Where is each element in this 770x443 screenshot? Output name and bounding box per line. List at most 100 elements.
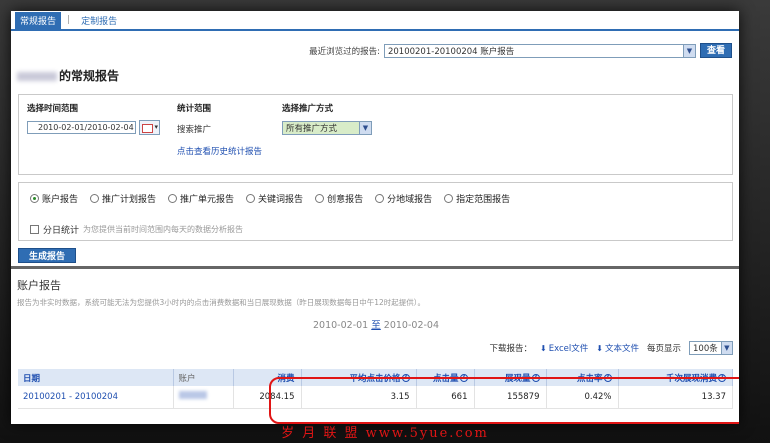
radio-plan-report[interactable]: 推广计划报告	[90, 192, 156, 205]
recent-reports-select[interactable]: 20100201-20100204 账户报告 ▼	[383, 43, 696, 58]
radio-label: 指定范围报告	[456, 195, 511, 205]
header-label: 日期	[23, 373, 41, 384]
tab-bar: 常规报告 | 定制报告	[11, 11, 739, 31]
report-table: 日期 账户 消费 平均点击价格? 点击量? 展现量? 点击率? 千次展现消费? …	[18, 369, 733, 409]
radio-icon	[375, 194, 385, 203]
cell-avg-cpc: 3.15	[301, 386, 417, 409]
chevron-down-icon: ▼	[682, 44, 695, 57]
date-link[interactable]: 20100201 - 20100204	[23, 392, 118, 402]
header-account: 账户	[173, 369, 234, 386]
cell-date[interactable]: 20100201 - 20100204	[18, 386, 174, 409]
daily-stat-label: 分日统计	[43, 226, 80, 236]
report-date-range: 2010-02-01 至 2010-02-04	[313, 317, 439, 331]
chevron-down-icon: ▼	[359, 122, 371, 134]
radio-keyword-report[interactable]: 关键词报告	[246, 192, 303, 205]
help-icon[interactable]: ?	[718, 374, 726, 382]
download-icon: ⬇	[596, 343, 603, 353]
download-excel-label: Excel文件	[548, 344, 589, 354]
range-start: 2010-02-01	[313, 320, 369, 331]
stat-range-value: 搜索推广	[177, 125, 212, 135]
help-icon[interactable]: ?	[603, 374, 612, 382]
cell-impressions: 155879	[474, 386, 547, 409]
recent-reports-value: 20100201-20100204 账户报告	[387, 46, 515, 57]
header-ctr[interactable]: 点击率?	[546, 369, 619, 386]
radio-icon	[90, 194, 100, 203]
tab-custom-report[interactable]: 定制报告	[76, 12, 122, 29]
watermark: 岁 月 联 盟 www.5yue.com	[281, 426, 489, 441]
date-range-input[interactable]: 2010-02-01/2010-02-04	[27, 121, 136, 134]
cell-clicks: 661	[416, 386, 475, 409]
header-label: 展现量	[504, 373, 531, 384]
radio-label: 推广单元报告	[180, 195, 235, 205]
report-type-panel: 账户报告 推广计划报告 推广单元报告 关键词报告 创意报告 分地域报告 指定范围…	[18, 182, 733, 241]
cell-cost: 2084.15	[233, 386, 302, 409]
download-text-link[interactable]: ⬇ 文本文件	[596, 342, 639, 355]
radio-icon	[168, 194, 178, 203]
promo-mode-label: 选择推广方式	[282, 104, 334, 114]
header-avg-cpc[interactable]: 平均点击价格?	[301, 369, 417, 386]
cell-cpm: 13.37	[618, 386, 733, 409]
radio-region-report[interactable]: 分地域报告	[375, 192, 432, 205]
chevron-down-icon: ▼	[720, 342, 732, 354]
blurred-account	[178, 391, 207, 400]
radio-label: 账户报告	[42, 195, 79, 205]
header-label: 点击率	[576, 373, 603, 384]
per-page-select[interactable]: 100条 ▼	[689, 341, 733, 355]
radio-label: 关键词报告	[258, 195, 304, 205]
calendar-icon[interactable]: ▾	[139, 120, 160, 135]
page-title: 的常规报告	[17, 67, 119, 84]
daily-stat-checkbox[interactable]	[30, 225, 39, 234]
download-icon: ⬇	[540, 343, 547, 353]
header-clicks[interactable]: 点击量?	[416, 369, 475, 386]
section-divider	[11, 266, 739, 269]
cell-ctr: 0.42%	[546, 386, 619, 409]
radio-range-report[interactable]: 指定范围报告	[444, 192, 510, 205]
header-label: 消费	[277, 373, 295, 384]
help-icon[interactable]: ?	[401, 374, 410, 382]
time-range-label: 选择时间范围	[27, 104, 79, 114]
view-button[interactable]: 查看	[699, 43, 732, 58]
header-impressions[interactable]: 展现量?	[474, 369, 547, 386]
header-label: 点击量	[432, 373, 459, 384]
screenshot-frame: 常规报告 | 定制报告 最近浏览过的报告: 20100201-20100204 …	[0, 0, 770, 443]
daily-stat-checkbox-row: 分日统计 为您提供当前时间范围内每天的数据分析报告	[30, 223, 243, 236]
radio-icon	[246, 194, 256, 203]
header-date[interactable]: 日期	[18, 369, 174, 386]
radio-account-report[interactable]: 账户报告	[30, 192, 78, 205]
promo-mode-value: 所有推广方式	[286, 124, 338, 134]
download-bar: 下载报告： ⬇ Excel文件 ⬇ 文本文件 每页显示 100条 ▼	[490, 341, 733, 355]
radio-label: 推广计划报告	[102, 195, 157, 205]
report-page: 常规报告 | 定制报告 最近浏览过的报告: 20100201-20100204 …	[11, 11, 739, 424]
download-excel-link[interactable]: ⬇ Excel文件	[540, 342, 589, 355]
section-title: 账户报告	[17, 279, 61, 292]
radio-selected-icon	[30, 194, 39, 203]
header-cost[interactable]: 消费	[233, 369, 302, 386]
radio-icon	[444, 194, 454, 203]
header-cpm[interactable]: 千次展现消费?	[618, 369, 733, 386]
header-label: 千次展现消费	[665, 373, 717, 384]
report-settings-panel: 选择时间范围 2010-02-01/2010-02-04 ▾ 统计范围 搜索推广…	[18, 94, 733, 175]
per-page-label: 每页显示	[646, 344, 681, 354]
recent-reports-bar: 最近浏览过的报告: 20100201-20100204 账户报告 ▼ 查看	[309, 43, 732, 58]
generate-report-button[interactable]: 生成报告	[18, 248, 77, 263]
radio-icon	[315, 194, 325, 203]
header-label: 账户	[178, 373, 196, 384]
help-icon[interactable]: ?	[459, 374, 468, 382]
range-end: 2010-02-04	[383, 320, 440, 331]
promo-mode-select[interactable]: 所有推广方式 ▼	[282, 121, 372, 135]
help-icon[interactable]: ?	[531, 374, 540, 382]
radio-creative-report[interactable]: 创意报告	[315, 192, 363, 205]
blurred-account-name	[17, 72, 57, 81]
radio-label: 创意报告	[327, 195, 364, 205]
tab-standard-report[interactable]: 常规报告	[15, 11, 62, 29]
page-title-text: 的常规报告	[59, 69, 120, 83]
history-report-link[interactable]: 点击查看历史统计报告	[177, 145, 262, 157]
tab-divider: |	[67, 15, 71, 25]
data-delay-note: 报告为非实时数据，系统可能无法为您提供3小时内的点击消费数据和当日展现数据（昨日…	[17, 298, 426, 307]
table-header-row: 日期 账户 消费 平均点击价格? 点击量? 展现量? 点击率? 千次展现消费?	[18, 369, 733, 386]
report-type-radios: 账户报告 推广计划报告 推广单元报告 关键词报告 创意报告 分地域报告 指定范围…	[30, 192, 510, 205]
radio-label: 分地域报告	[387, 195, 433, 205]
download-label: 下载报告：	[489, 344, 533, 354]
cell-account	[173, 386, 234, 409]
radio-unit-report[interactable]: 推广单元报告	[168, 192, 234, 205]
